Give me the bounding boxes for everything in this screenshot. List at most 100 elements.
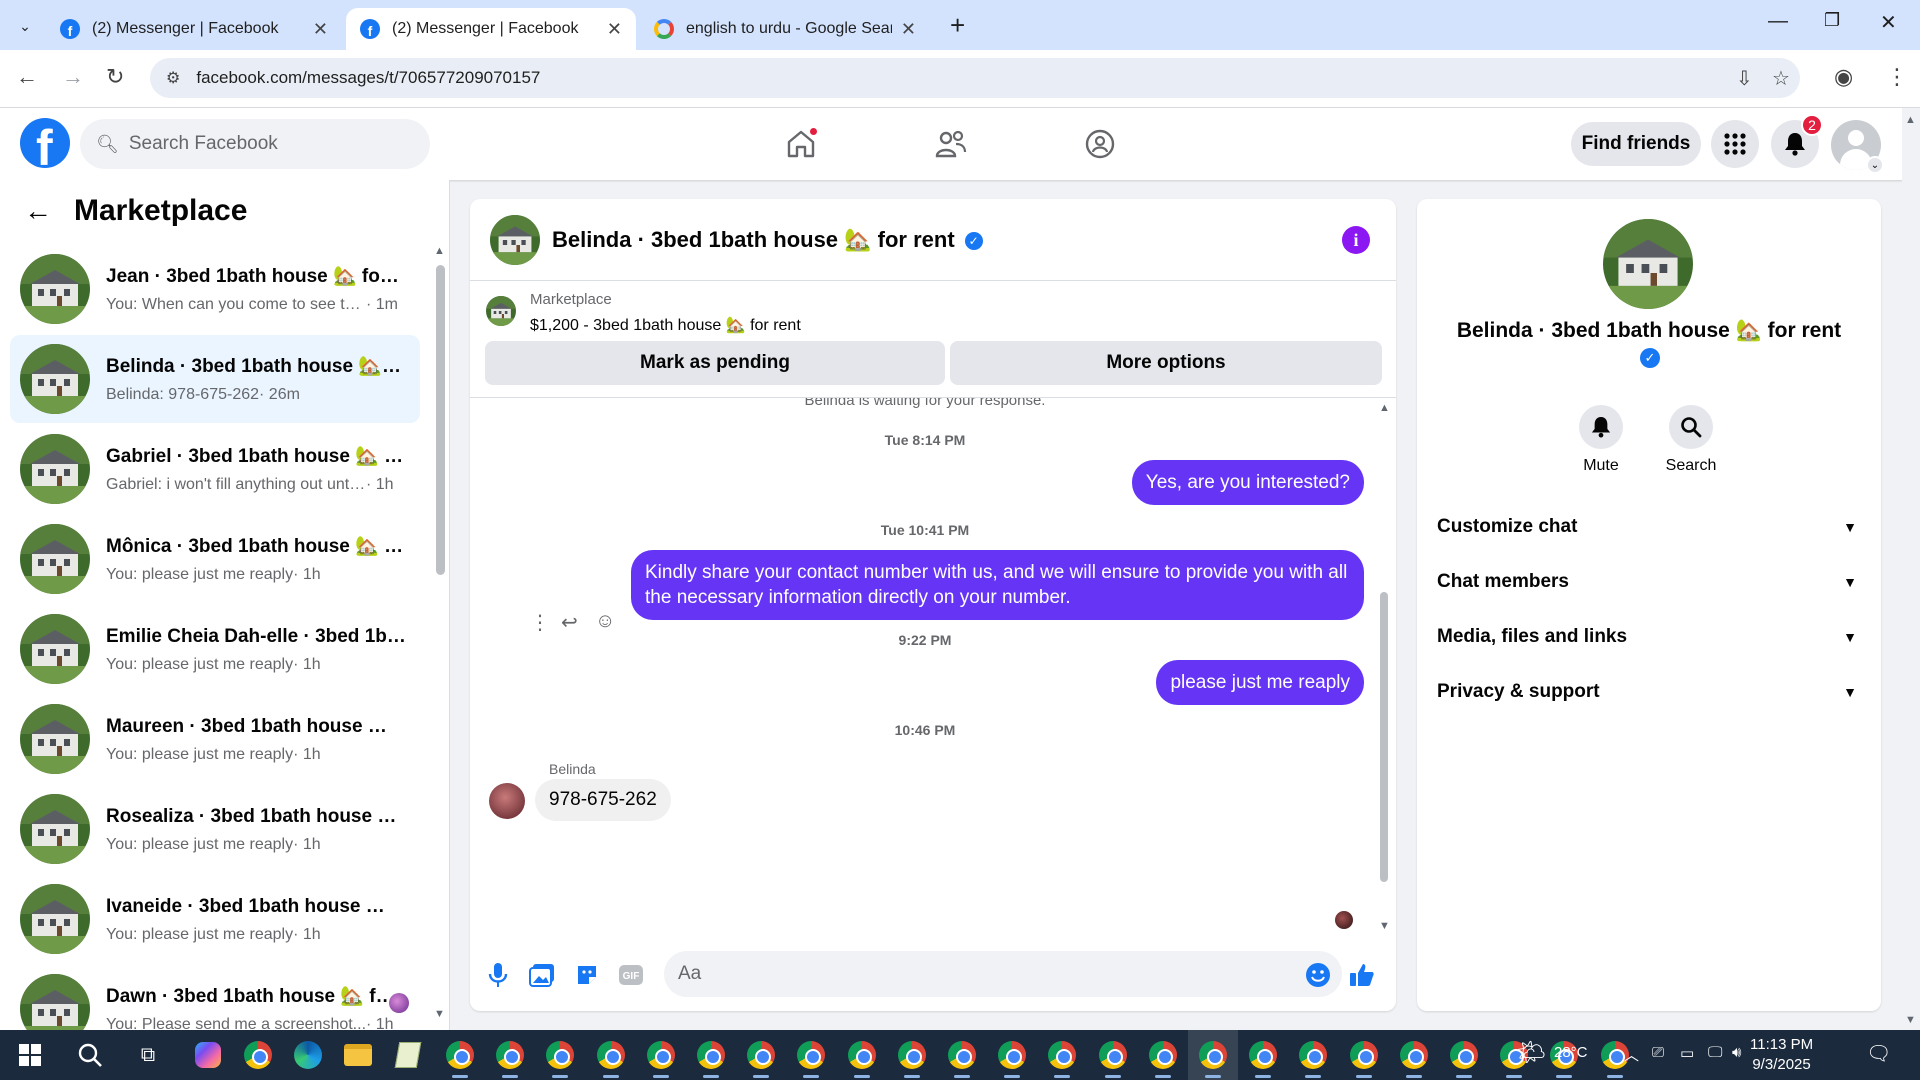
chrome-app-icon[interactable] xyxy=(240,1037,276,1073)
listing-thumbnail[interactable] xyxy=(490,215,540,265)
install-app-icon[interactable]: ⇩ xyxy=(1736,66,1753,91)
home-nav-button[interactable] xyxy=(779,122,823,166)
chat-scrollbar[interactable]: ▲ ▼ xyxy=(1379,402,1390,932)
chat-members-section[interactable]: Chat members ▼ xyxy=(1437,562,1861,602)
menu-grid-button[interactable] xyxy=(1711,120,1759,168)
chrome-window-taskbar-icon[interactable] xyxy=(492,1037,528,1078)
conversation-item[interactable]: Rosealiza · 3bed 1bath house 🏡 for rent Y… xyxy=(10,785,420,873)
browser-tab-3[interactable]: english to urdu - Google Search ✕ xyxy=(640,8,930,50)
chrome-window-taskbar-icon[interactable] xyxy=(743,1037,779,1078)
system-clock[interactable]: 11:13 PM 9/3/2025 xyxy=(1750,1035,1813,1075)
mute-action[interactable]: Mute xyxy=(1556,405,1646,475)
close-window-icon[interactable]: ✕ xyxy=(1880,10,1897,35)
task-view-icon[interactable]: ⧉ xyxy=(130,1037,166,1073)
chrome-window-taskbar-icon[interactable] xyxy=(542,1037,578,1078)
outgoing-message[interactable]: Kindly share your contact number with us… xyxy=(631,550,1364,620)
search-icon[interactable] xyxy=(1669,405,1713,449)
chrome-window-taskbar-icon[interactable] xyxy=(1044,1037,1080,1078)
chrome-window-taskbar-icon[interactable] xyxy=(844,1037,880,1078)
battery-icon[interactable]: ▭ xyxy=(1680,1044,1694,1062)
incoming-message[interactable]: 978-675-262 xyxy=(535,779,671,821)
friends-nav-button[interactable] xyxy=(929,122,973,166)
chat-title[interactable]: Belinda · 3bed 1bath house 🏡 for rent ✓ xyxy=(552,227,983,253)
chrome-window-taskbar-icon[interactable] xyxy=(1446,1037,1482,1078)
conversation-item[interactable]: Emilie Cheia Dah-elle · 3bed 1bath house… xyxy=(10,605,420,693)
more-options-button[interactable]: More options xyxy=(950,341,1382,385)
chrome-window-taskbar-icon[interactable] xyxy=(944,1037,980,1078)
notification-center-icon[interactable]: 🗨︎ xyxy=(1866,1041,1891,1066)
restore-icon[interactable]: ❐ xyxy=(1824,10,1840,31)
browser-tab-1[interactable]: f (2) Messenger | Facebook ✕ xyxy=(46,8,342,50)
edge-app-icon[interactable] xyxy=(290,1037,326,1073)
taskbar-search-icon[interactable] xyxy=(72,1037,108,1073)
browser-menu-icon[interactable]: ⋮ xyxy=(1886,64,1908,90)
microphone-icon[interactable] xyxy=(484,961,512,989)
chevron-down-icon[interactable]: ⌄ xyxy=(1866,156,1884,174)
facebook-search-box[interactable]: 🔍︎ Search Facebook xyxy=(80,119,430,169)
conversation-item[interactable]: Mônica · 3bed 1bath house 🏡 for rent You:… xyxy=(10,515,420,603)
listing-price[interactable]: $1,200 - 3bed 1bath house 🏡 for rent xyxy=(530,315,801,335)
chrome-window-taskbar-icon[interactable] xyxy=(442,1037,478,1078)
forward-icon[interactable]: → xyxy=(62,64,84,90)
emoji-icon[interactable] xyxy=(1304,961,1332,989)
chrome-window-taskbar-icon[interactable] xyxy=(693,1037,729,1078)
sender-avatar[interactable] xyxy=(489,783,525,819)
tab-list-button[interactable]: ⌄ xyxy=(12,13,38,39)
react-emoji-icon[interactable]: ☺ xyxy=(595,610,615,633)
close-tab-icon[interactable]: ✕ xyxy=(607,19,622,40)
conversation-item[interactable]: Gabriel · 3bed 1bath house 🏡 for rent Gab… xyxy=(10,425,420,513)
address-bar[interactable]: ⚙ facebook.com/messages/t/70657720907015… xyxy=(150,58,1800,98)
chrome-window-taskbar-icon[interactable] xyxy=(1245,1037,1281,1078)
photo-icon[interactable] xyxy=(528,961,556,989)
thumbs-up-icon[interactable] xyxy=(1348,961,1376,989)
chrome-window-taskbar-icon[interactable] xyxy=(1095,1037,1131,1078)
mark-as-pending-button[interactable]: Mark as pending xyxy=(485,341,945,385)
profile-icon[interactable]: ◉ xyxy=(1834,64,1853,90)
chrome-window-taskbar-icon[interactable] xyxy=(1195,1037,1231,1078)
listing-small-thumbnail[interactable] xyxy=(486,296,516,326)
chrome-window-taskbar-icon[interactable] xyxy=(643,1037,679,1078)
chrome-window-taskbar-icon[interactable] xyxy=(1145,1037,1181,1078)
conversation-item[interactable]: Belinda · 3bed 1bath house 🏡 for rent Bel… xyxy=(10,335,420,423)
chrome-window-taskbar-icon[interactable] xyxy=(793,1037,829,1078)
conversation-item[interactable]: Maureen · 3bed 1bath house 🏡 for rent You… xyxy=(10,695,420,783)
close-tab-icon[interactable]: ✕ xyxy=(901,19,916,40)
privacy-support-section[interactable]: Privacy & support ▼ xyxy=(1437,672,1861,712)
minimize-icon[interactable]: — xyxy=(1768,10,1788,33)
windows-start-icon[interactable] xyxy=(12,1037,48,1073)
site-info-icon[interactable]: ⚙ xyxy=(166,68,180,88)
bell-icon[interactable] xyxy=(1579,405,1623,449)
chrome-window-taskbar-icon[interactable] xyxy=(894,1037,930,1078)
facebook-logo[interactable]: f xyxy=(20,118,70,168)
media-files-links-section[interactable]: Media, files and links ▼ xyxy=(1437,617,1861,657)
conversation-item[interactable]: Ivaneide · 3bed 1bath house 🏡 for rent Yo… xyxy=(10,875,420,963)
page-scrollbar[interactable]: ▲ ▼ xyxy=(1902,108,1920,1030)
weather-temperature[interactable]: 28°C xyxy=(1554,1044,1588,1061)
search-action[interactable]: Search xyxy=(1646,405,1736,475)
chrome-window-taskbar-icon[interactable] xyxy=(593,1037,629,1078)
bookmark-star-icon[interactable]: ☆ xyxy=(1772,66,1790,91)
notifications-button[interactable]: 2 xyxy=(1771,114,1823,168)
sticker-icon[interactable] xyxy=(573,961,601,989)
file-explorer-icon[interactable] xyxy=(340,1037,376,1073)
chrome-window-taskbar-icon[interactable] xyxy=(994,1037,1030,1078)
weather-icon[interactable]: 🌤︎ xyxy=(1516,1038,1546,1067)
meet-now-icon[interactable]: ⎚ xyxy=(1652,1044,1664,1061)
find-friends-button[interactable]: Find friends xyxy=(1571,122,1701,166)
outgoing-message[interactable]: please just me reaply xyxy=(1156,660,1364,705)
chrome-window-taskbar-icon[interactable] xyxy=(1396,1037,1432,1078)
groups-nav-button[interactable] xyxy=(1078,122,1122,166)
message-input[interactable] xyxy=(664,951,1342,997)
back-icon[interactable]: ← xyxy=(16,64,38,90)
chrome-window-taskbar-icon[interactable] xyxy=(1346,1037,1382,1078)
show-hidden-icons-icon[interactable]: ︿ xyxy=(1624,1044,1639,1065)
customize-chat-section[interactable]: Customize chat ▼ xyxy=(1437,507,1861,547)
network-icon[interactable]: 🖵︎ xyxy=(1708,1044,1722,1061)
conversation-item[interactable]: Dawn · 3bed 1bath house 🏡 for rent You: P… xyxy=(10,965,420,1030)
close-tab-icon[interactable]: ✕ xyxy=(313,19,328,40)
volume-icon[interactable]: 🔊︎ xyxy=(1732,1044,1741,1061)
gif-icon[interactable]: GIF xyxy=(617,961,645,989)
scrollbar-thumb[interactable] xyxy=(1380,592,1388,882)
details-avatar[interactable] xyxy=(1603,219,1693,309)
chrome-window-taskbar-icon[interactable] xyxy=(1295,1037,1331,1078)
